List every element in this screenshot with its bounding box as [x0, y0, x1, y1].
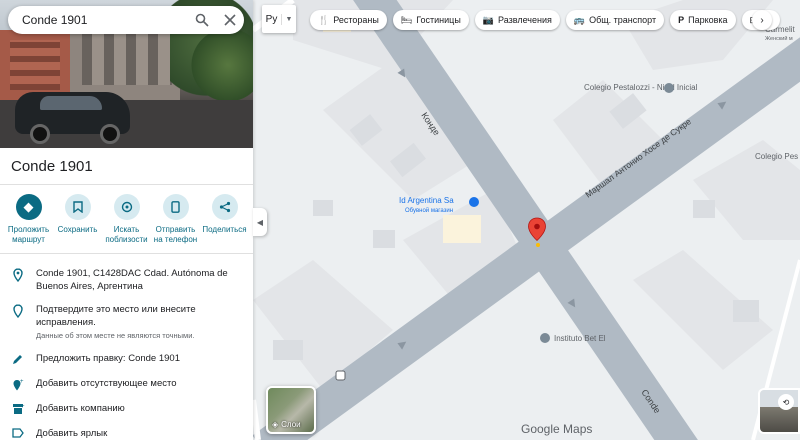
search-box[interactable]: Conde 1901: [8, 6, 244, 34]
layers-icon: ◈: [272, 420, 279, 429]
close-icon[interactable]: [216, 6, 244, 34]
send-to-phone-label: Отправить на телефон: [153, 225, 198, 244]
bookmark-icon: [64, 194, 91, 220]
confirm-note: Данные об этом месте не являются точными…: [36, 331, 195, 340]
photo-car-window: [40, 96, 102, 110]
photo-building-windows: [10, 40, 60, 90]
chip-attractions[interactable]: 📷 Развлечения: [474, 10, 560, 30]
location-check-icon: [0, 303, 36, 340]
utensils-icon: 🍴: [318, 14, 330, 25]
save-button[interactable]: Сохранить: [55, 194, 101, 245]
layers-button[interactable]: ◈ Слои: [266, 386, 316, 434]
save-label: Сохранить: [57, 225, 98, 234]
worship-icon: [540, 333, 550, 343]
chip-restaurants[interactable]: 🍴 Рестораны: [310, 10, 387, 30]
poi-argentina-sub: Обувной магазин: [405, 207, 453, 214]
map-building: [373, 230, 395, 248]
poi-pestalozzi-label: Colegio Pestalozzi - Nivel Inicial: [584, 83, 698, 92]
chip-parking[interactable]: P Парковка: [670, 10, 736, 30]
suggest-edit-text: Предложить правку: Conde 1901: [36, 353, 180, 364]
camera-icon: 📷: [482, 14, 495, 25]
action-buttons: ◆ Проложить маршрут Сохранить Искать поб…: [0, 194, 253, 245]
layers-label: Слои: [281, 420, 301, 429]
chevron-right-icon[interactable]: ›: [752, 10, 772, 30]
confirm-text: Подтвердите это место или внесите исправ…: [36, 304, 196, 328]
phone-icon: [162, 194, 189, 220]
share-label: Поделиться: [202, 225, 247, 234]
parking-icon: P: [678, 15, 685, 25]
divider: [0, 253, 253, 254]
conde-road: [353, 0, 698, 440]
map-building: [273, 340, 303, 360]
add-missing-text: Добавить отсутствующее место: [36, 378, 177, 389]
add-label-text: Добавить ярлык: [36, 428, 108, 439]
poi-pestalozzi2-label: Colegio Pes: [755, 152, 798, 161]
category-chips: 🍴 Рестораны 🛏 Гостиницы 📷 Развлечения 🚌 Общ.…: [310, 10, 780, 30]
map-building: [693, 200, 715, 218]
poi-carmelita-sub: Женский м: [765, 35, 793, 42]
address-text: Conde 1901, C1428DAC Cdad. Autónoma de B…: [36, 268, 228, 292]
suggest-edit-row[interactable]: Предложить правку: Conde 1901: [0, 352, 253, 365]
map-building: [733, 300, 759, 322]
photo-car-wheel: [30, 124, 50, 144]
language-toggle[interactable]: Ру ▼: [262, 5, 296, 33]
poi-betel-label: Instituto Bet El: [554, 334, 606, 343]
chip-hotels[interactable]: 🛏 Гостиницы: [392, 10, 469, 30]
shopping-icon: [469, 197, 479, 207]
svg-text:+: +: [20, 379, 24, 385]
share-icon: [211, 194, 238, 220]
map-svg: Конде Conde Маршал Антонио Хосе де Сукре…: [253, 0, 800, 440]
send-to-phone-button[interactable]: Отправить на телефон: [153, 194, 199, 245]
add-business-text: Добавить компанию: [36, 403, 125, 414]
pencil-icon: [0, 352, 36, 365]
address-row[interactable]: Conde 1901, C1428DAC Cdad. Autónoma de B…: [0, 267, 253, 293]
chip-transit[interactable]: 🚌 Общ. транспорт: [565, 10, 665, 30]
store-icon: +: [0, 402, 36, 415]
chevron-down-icon: ▼: [285, 15, 293, 23]
map-lot: [443, 215, 481, 243]
map-canvas[interactable]: Конде Conde Маршал Антонио Хосе де Сукре…: [253, 0, 800, 440]
photo-car-wheel: [100, 124, 120, 144]
nearby-icon: [113, 194, 140, 220]
directions-label: Проложить маршрут: [7, 225, 50, 244]
search-input[interactable]: Conde 1901: [22, 13, 188, 27]
directions-icon: ◆: [15, 194, 42, 220]
nearby-button[interactable]: Искать поблизости: [104, 194, 150, 245]
place-panel: Conde 1901 Conde 1901 ◆ Проложить маршру…: [0, 0, 253, 440]
svg-text:+: +: [21, 404, 25, 410]
divider: [0, 184, 253, 185]
bus-stop-icon: [335, 370, 346, 381]
label-icon: [0, 427, 36, 440]
side-street: [253, 399, 261, 440]
search-icon[interactable]: [188, 6, 216, 34]
rotate-icon: ⟲: [778, 394, 794, 410]
add-business-row[interactable]: + Добавить компанию: [0, 402, 253, 415]
nearby-label: Искать поблизости: [105, 225, 148, 244]
add-label-row[interactable]: Добавить ярлык: [0, 427, 253, 440]
school-icon: [664, 83, 674, 93]
bus-icon: 🚌: [573, 14, 586, 25]
street-view-thumbnail[interactable]: ⟲: [758, 388, 800, 434]
share-button[interactable]: Поделиться: [202, 194, 248, 245]
poi-argentina-label: Id Argentina Sa: [399, 196, 454, 205]
collapse-panel-button[interactable]: ◀: [253, 208, 267, 236]
google-maps-logo: Google Maps: [521, 422, 593, 436]
confirm-row[interactable]: Подтвердите это место или внесите исправ…: [0, 303, 253, 340]
add-missing-row[interactable]: + Добавить отсутствующее место: [0, 377, 253, 392]
place-title: Conde 1901: [11, 158, 93, 175]
add-location-icon: +: [0, 377, 36, 392]
location-pin-icon: [0, 267, 36, 293]
bed-icon: 🛏: [400, 14, 413, 25]
map-building: [313, 200, 333, 216]
language-label: Ру: [262, 13, 282, 25]
photo-building-windows: [82, 30, 172, 85]
directions-button[interactable]: ◆ Проложить маршрут: [6, 194, 52, 245]
